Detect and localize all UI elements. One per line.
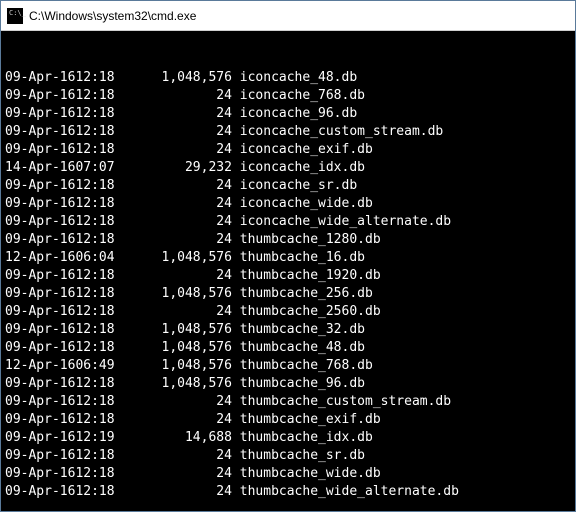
file-row: 09-Apr-1612:181,048,576thumbcache_48.db bbox=[5, 339, 571, 357]
console-output[interactable]: 09-Apr-1612:181,048,576iconcache_48.db09… bbox=[1, 31, 575, 511]
cmd-window: C:\Windows\system32\cmd.exe 09-Apr-1612:… bbox=[0, 0, 576, 512]
file-row: 09-Apr-1612:1914,688thumbcache_idx.db bbox=[5, 429, 571, 447]
window-title: C:\Windows\system32\cmd.exe bbox=[29, 9, 196, 23]
file-row: 09-Apr-1612:1824thumbcache_1280.db bbox=[5, 231, 571, 249]
file-row: 09-Apr-1612:181,048,576thumbcache_32.db bbox=[5, 321, 571, 339]
file-row: 09-Apr-1612:1824thumbcache_1920.db bbox=[5, 267, 571, 285]
file-row: 09-Apr-1612:1824iconcache_sr.db bbox=[5, 177, 571, 195]
file-row: 09-Apr-1612:1824iconcache_wide_alternate… bbox=[5, 213, 571, 231]
file-row: 14-Apr-1607:0729,232iconcache_idx.db bbox=[5, 159, 571, 177]
file-row: 12-Apr-1606:041,048,576thumbcache_16.db bbox=[5, 249, 571, 267]
file-row: 09-Apr-1612:181,048,576thumbcache_96.db bbox=[5, 375, 571, 393]
file-row: 09-Apr-1612:1824iconcache_exif.db bbox=[5, 141, 571, 159]
file-row: 09-Apr-1612:1824iconcache_96.db bbox=[5, 105, 571, 123]
file-row: 09-Apr-1612:1824thumbcache_2560.db bbox=[5, 303, 571, 321]
file-row: 09-Apr-1612:181,048,576iconcache_48.db bbox=[5, 69, 571, 87]
titlebar[interactable]: C:\Windows\system32\cmd.exe bbox=[1, 1, 575, 31]
file-row: 09-Apr-1612:1824iconcache_768.db bbox=[5, 87, 571, 105]
file-row: 09-Apr-1612:1824thumbcache_exif.db bbox=[5, 411, 571, 429]
cmd-icon bbox=[7, 8, 23, 24]
file-row: 09-Apr-1612:1824thumbcache_wide.db bbox=[5, 465, 571, 483]
file-row: 09-Apr-1612:1824iconcache_custom_stream.… bbox=[5, 123, 571, 141]
file-row: 09-Apr-1612:1824thumbcache_wide_alternat… bbox=[5, 483, 571, 501]
file-listing: 09-Apr-1612:181,048,576iconcache_48.db09… bbox=[5, 69, 571, 501]
file-row: 09-Apr-1612:1824thumbcache_custom_stream… bbox=[5, 393, 571, 411]
file-row: 09-Apr-1612:181,048,576thumbcache_256.db bbox=[5, 285, 571, 303]
file-row: 09-Apr-1612:1824iconcache_wide.db bbox=[5, 195, 571, 213]
file-row: 09-Apr-1612:1824thumbcache_sr.db bbox=[5, 447, 571, 465]
file-row: 12-Apr-1606:491,048,576thumbcache_768.db bbox=[5, 357, 571, 375]
